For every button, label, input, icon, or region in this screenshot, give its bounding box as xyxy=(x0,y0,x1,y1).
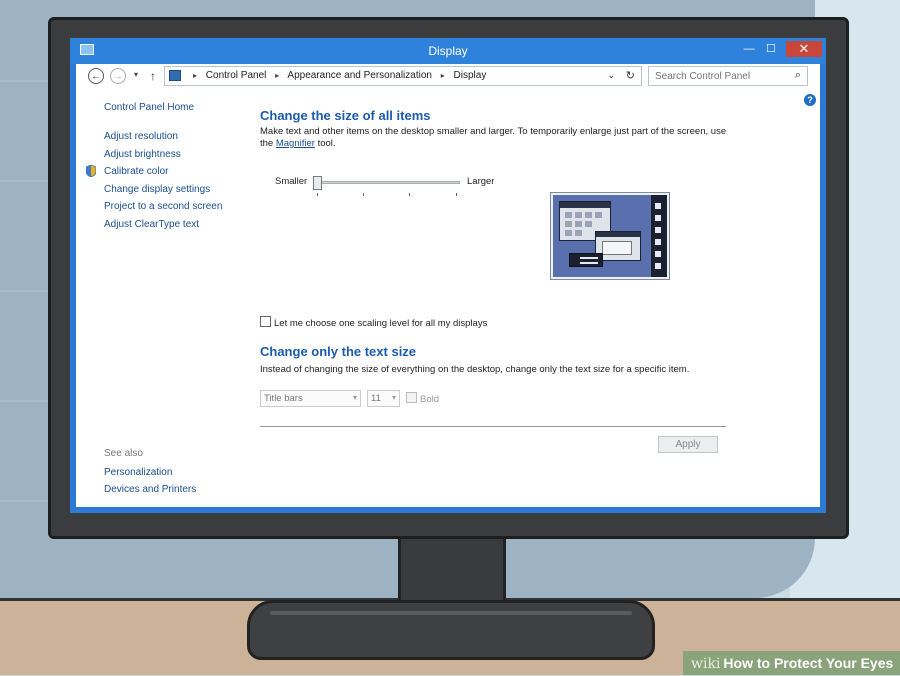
up-arrow-icon[interactable]: ↑ xyxy=(150,69,156,83)
sidebar-item-adjust-resolution[interactable]: Adjust resolution xyxy=(104,130,222,148)
item-select[interactable]: Title bars ▾ xyxy=(260,390,361,407)
help-icon[interactable]: ? xyxy=(804,94,816,106)
sidebar-item-adjust-brightness[interactable]: Adjust brightness xyxy=(104,148,222,166)
bold-label: Bold xyxy=(420,394,440,405)
display-preview-image xyxy=(550,192,670,280)
window-title: Display xyxy=(428,44,468,58)
scaling-checkbox[interactable] xyxy=(260,316,271,327)
search-input[interactable] xyxy=(655,69,783,83)
see-also-personalization-link[interactable]: Personalization xyxy=(104,467,196,478)
breadcrumb-separator-icon[interactable]: ▸ xyxy=(193,71,197,80)
breadcrumb-display[interactable]: Display xyxy=(454,70,487,81)
slider-tick xyxy=(409,193,410,196)
bold-checkbox-row[interactable]: Bold xyxy=(406,392,439,405)
breadcrumb-appearance[interactable]: Appearance and Personalization xyxy=(287,70,432,81)
size-description: Make text and other items on the desktop… xyxy=(260,126,727,149)
sidebar-item-calibrate-color[interactable]: Calibrate color xyxy=(104,165,222,183)
slider-thumb[interactable] xyxy=(313,176,322,190)
watermark-title: How to Protect Your Eyes xyxy=(723,655,894,671)
control-panel-icon xyxy=(169,70,181,81)
scaling-checkbox-label: Let me choose one scaling level for all … xyxy=(274,318,488,329)
back-arrow-icon[interactable]: ← xyxy=(88,68,104,84)
wiki-logo-text: wiki xyxy=(691,656,721,672)
breadcrumb: ▸ Control Panel ▸ Appearance and Persona… xyxy=(164,66,642,86)
magnifier-link[interactable]: Magnifier xyxy=(276,138,315,149)
sidebar-item-project-second-screen[interactable]: Project to a second screen xyxy=(104,200,222,218)
window-content: ← → ▾ ↑ ▸ Control Panel ▸ Appearance and… xyxy=(76,64,820,507)
see-also-devices-printers-link[interactable]: Devices and Printers xyxy=(104,484,196,495)
chevron-down-icon: ▾ xyxy=(391,393,396,402)
size-heading: Change the size of all items xyxy=(260,108,431,123)
search-icon[interactable]: ⌕ xyxy=(795,69,801,82)
forward-arrow-icon[interactable]: → xyxy=(110,68,126,84)
divider xyxy=(260,426,726,427)
recent-pages-chevron-icon[interactable]: ▾ xyxy=(134,70,138,79)
title-bar: Display — ☐ ✕ xyxy=(70,38,826,64)
text-size-controls: Title bars ▾ 11 ▾ Bold xyxy=(260,390,560,407)
chevron-down-icon: ▾ xyxy=(352,393,357,402)
sidebar-task-list: Adjust resolution Adjust brightness Cali… xyxy=(86,130,222,236)
text-size-heading: Change only the text size xyxy=(260,344,417,359)
bold-checkbox[interactable] xyxy=(406,392,417,403)
maximize-button[interactable]: ☐ xyxy=(760,41,782,57)
monitor-stand-neck xyxy=(398,535,506,605)
breadcrumb-control-panel[interactable]: Control Panel xyxy=(206,70,267,81)
breadcrumb-separator-icon[interactable]: ▸ xyxy=(441,71,445,80)
slider-track[interactable] xyxy=(318,181,460,184)
slider-max-label: Larger xyxy=(467,176,495,187)
wikihow-watermark: wiki How to Protect Your Eyes xyxy=(683,651,900,675)
font-size-select[interactable]: 11 ▾ xyxy=(367,390,400,407)
slider-tick xyxy=(317,193,318,196)
refresh-icon[interactable]: ↻ xyxy=(626,69,635,82)
display-window: Display — ☐ ✕ ← → ▾ ↑ ▸ Control Panel ▸ … xyxy=(70,38,826,513)
address-bar: ← → ▾ ↑ ▸ Control Panel ▸ Appearance and… xyxy=(76,64,820,92)
slider-min-label: Smaller xyxy=(275,176,308,187)
apply-button[interactable]: Apply xyxy=(658,436,718,453)
sidebar-item-adjust-cleartype[interactable]: Adjust ClearType text xyxy=(104,218,222,236)
text-size-description: Instead of changing the size of everythi… xyxy=(260,364,690,375)
size-slider: Smaller Larger xyxy=(275,176,505,206)
breadcrumb-separator-icon[interactable]: ▸ xyxy=(275,71,279,80)
see-also-header: See also xyxy=(104,448,143,459)
minimize-button[interactable]: — xyxy=(738,41,760,57)
sidebar-item-change-display-settings[interactable]: Change display settings xyxy=(104,183,222,201)
shield-icon xyxy=(86,165,96,177)
see-also-section: See also Personalization Devices and Pri… xyxy=(104,448,196,501)
control-panel-home-link[interactable]: Control Panel Home xyxy=(104,102,194,113)
address-dropdown-chevron-icon[interactable]: ⌄ xyxy=(607,70,615,81)
scaling-checkbox-row[interactable]: Let me choose one scaling level for all … xyxy=(260,316,487,329)
slider-tick xyxy=(456,193,457,196)
search-box[interactable]: ⌕ xyxy=(648,66,808,86)
monitor-stand-base xyxy=(247,600,655,660)
close-button[interactable]: ✕ xyxy=(786,41,822,57)
slider-tick xyxy=(363,193,364,196)
